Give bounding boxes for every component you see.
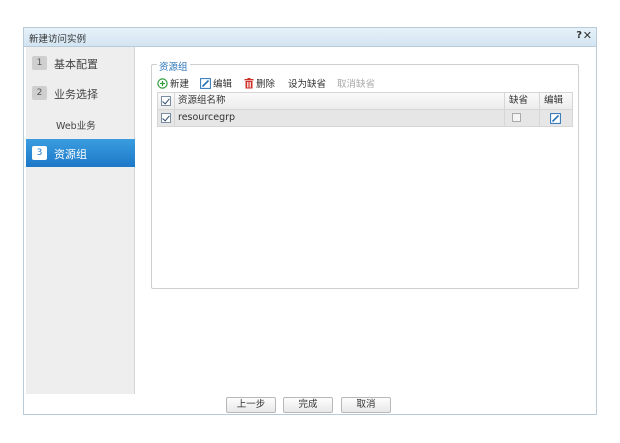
fieldset-legend: 资源组: [157, 59, 190, 73]
column-divider: [174, 110, 175, 126]
column-divider: [504, 110, 505, 126]
close-icon[interactable]: ✕: [583, 29, 592, 42]
cancel-default-button[interactable]: 取消缺省: [337, 75, 375, 91]
cancel-default-label: 取消缺省: [337, 79, 376, 90]
column-header-edit[interactable]: 编辑: [544, 93, 563, 109]
column-divider: [539, 110, 540, 126]
set-default-button[interactable]: 设为缺省: [288, 75, 326, 91]
resource-group-grid: 资源组名称 缺省 编辑 resourcegrp: [157, 92, 573, 127]
resource-group-fieldset: 资源组 新建 编辑 删除 设为缺省 取消缺省 资源组名称 缺省 编辑 resou…: [151, 59, 579, 289]
step-resource-group[interactable]: 3 资源组: [26, 139, 135, 167]
select-all-checkbox[interactable]: [161, 96, 171, 106]
new-access-instance-dialog: 新建访问实例 ? ✕ 1 基本配置 2 业务选择 Web业务 3 资源组 资源组: [23, 27, 597, 415]
column-divider: [174, 93, 175, 109]
grid-header-row: 资源组名称 缺省 编辑: [158, 92, 572, 109]
table-row[interactable]: resourcegrp: [158, 109, 572, 126]
step-basic-config[interactable]: 1 基本配置: [26, 49, 135, 77]
edit-icon: [200, 77, 211, 89]
new-label: 新建: [170, 79, 190, 90]
substep-web-business[interactable]: Web业务: [56, 118, 96, 132]
trash-icon: [244, 77, 254, 88]
edit-label: 编辑: [213, 79, 233, 90]
column-header-name[interactable]: 资源组名称: [178, 93, 226, 109]
edit-icon[interactable]: [550, 113, 561, 124]
set-default-label: 设为缺省: [288, 79, 327, 90]
step-number: 1: [32, 56, 47, 70]
step-business-select[interactable]: 2 业务选择: [26, 79, 135, 107]
delete-button[interactable]: 删除: [244, 75, 275, 91]
column-divider: [504, 93, 505, 109]
help-icon[interactable]: ?: [576, 30, 582, 41]
finish-button[interactable]: 完成: [283, 397, 333, 413]
previous-step-button[interactable]: 上一步: [226, 397, 276, 413]
delete-label: 删除: [256, 79, 276, 90]
step-label: 资源组: [54, 148, 87, 161]
step-label: 业务选择: [54, 88, 98, 101]
add-circle-icon: [157, 77, 168, 89]
step-number: 3: [32, 146, 47, 160]
resource-group-name: resourcegrp: [178, 112, 236, 123]
cancel-button[interactable]: 取消: [341, 397, 391, 413]
edit-button[interactable]: 编辑: [200, 75, 232, 91]
column-header-default[interactable]: 缺省: [509, 93, 528, 109]
row-select-checkbox[interactable]: [161, 113, 171, 123]
grid-toolbar: 新建 编辑 删除 设为缺省 取消缺省: [157, 75, 573, 91]
column-divider: [539, 93, 540, 109]
wizard-step-sidebar: 1 基本配置 2 业务选择 Web业务 3 资源组: [26, 47, 135, 394]
dialog-title: 新建访问实例: [29, 34, 87, 45]
step-number: 2: [32, 86, 47, 100]
default-checkbox[interactable]: [512, 113, 521, 122]
dialog-titlebar: 新建访问实例 ? ✕: [24, 28, 596, 47]
step-label: 基本配置: [54, 58, 98, 71]
new-button[interactable]: 新建: [157, 75, 189, 91]
